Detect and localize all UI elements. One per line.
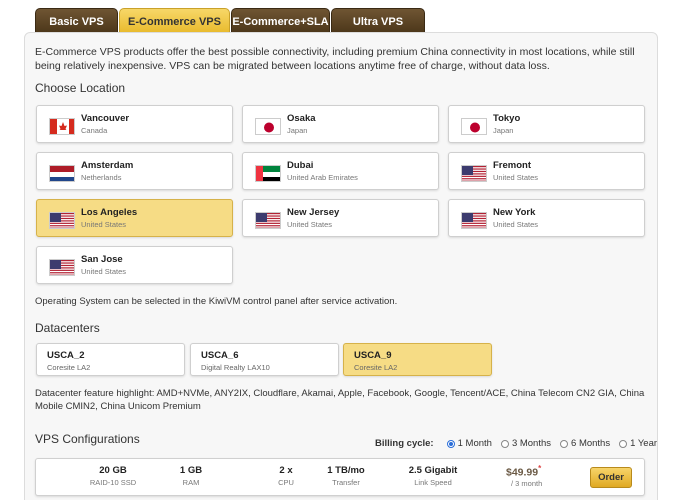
- spec-value: 2 x: [279, 465, 293, 476]
- plan-ram: 1 GB RAM: [161, 465, 221, 487]
- japan-flag-icon: [255, 118, 281, 135]
- datacenter-facility: Coresite LA2: [354, 363, 398, 372]
- billing-option-label: 3 Months: [511, 438, 552, 449]
- datacenter-usca-9[interactable]: USCA_9 Coresite LA2: [343, 343, 492, 376]
- us-flag-icon: [255, 212, 281, 229]
- location-name: Dubai: [287, 160, 314, 171]
- datacenter-usca-6[interactable]: USCA_6 Digital Realty LAX10: [190, 343, 339, 376]
- tab-ecommerce-sla[interactable]: E-Commerce+SLA: [231, 8, 330, 34]
- uae-flag-icon: [255, 165, 281, 182]
- product-tabs: Basic VPS E-Commerce VPS E-Commerce+SLA …: [35, 8, 426, 34]
- location-tokyo[interactable]: Tokyo Japan: [448, 105, 645, 143]
- us-flag-icon: [461, 212, 487, 229]
- datacenter-name: USCA_9: [354, 350, 392, 361]
- datacenter-note: Datacenter feature highlight: AMD+NVMe, …: [35, 388, 645, 412]
- datacenter-facility: Digital Realty LAX10: [201, 363, 270, 372]
- datacenter-usca-2[interactable]: USCA_2 Coresite LA2: [36, 343, 185, 376]
- location-country: United States: [81, 220, 127, 229]
- spec-label: CPU: [278, 478, 294, 487]
- location-name: New Jersey: [287, 207, 340, 218]
- spec-label: Transfer: [332, 478, 360, 487]
- radio-icon[interactable]: [619, 439, 628, 448]
- datacenter-name: USCA_2: [47, 350, 85, 361]
- location-dubai[interactable]: Dubai United Arab Emirates: [242, 152, 439, 190]
- spec-value: 2.5 Gigabit: [408, 465, 458, 476]
- billing-cycle: Billing cycle: 1 Month 3 Months 6 Months…: [375, 438, 657, 449]
- order-button[interactable]: Order: [590, 467, 632, 488]
- japan-flag-icon: [461, 118, 487, 135]
- location-country: United Arab Emirates: [287, 173, 358, 182]
- location-country: Canada: [81, 126, 108, 135]
- tab-ecommerce-vps[interactable]: E-Commerce VPS: [119, 8, 230, 34]
- location-name: Tokyo: [493, 113, 521, 124]
- location-country: Japan: [493, 126, 514, 135]
- location-name: Los Angeles: [81, 207, 138, 218]
- billing-label: Billing cycle:: [375, 438, 434, 449]
- radio-icon[interactable]: [560, 439, 569, 448]
- location-amsterdam[interactable]: Amsterdam Netherlands: [36, 152, 233, 190]
- billing-option-1-month[interactable]: 1 Month: [446, 438, 492, 449]
- location-country: United States: [493, 173, 539, 182]
- us-flag-icon: [49, 212, 75, 229]
- location-osaka[interactable]: Osaka Japan: [242, 105, 439, 143]
- spec-value: 1 TB/mo: [327, 465, 365, 476]
- os-note: Operating System can be selected in the …: [35, 296, 398, 307]
- spec-value: 1 GB: [179, 465, 203, 476]
- spec-label: Link Speed: [414, 478, 452, 487]
- us-flag-icon: [461, 165, 487, 182]
- price-value: $49.99: [506, 466, 539, 479]
- location-fremont[interactable]: Fremont United States: [448, 152, 645, 190]
- netherlands-flag-icon: [49, 165, 75, 182]
- tab-basic-vps[interactable]: Basic VPS: [35, 8, 118, 34]
- location-los-angeles[interactable]: Los Angeles United States: [36, 199, 233, 237]
- plan-row: 20 GB RAID-10 SSD 1 GB RAM 2 x CPU 1 TB/…: [35, 458, 645, 496]
- location-country: United States: [81, 267, 127, 276]
- datacenter-facility: Coresite LA2: [47, 363, 91, 372]
- location-name: Amsterdam: [81, 160, 134, 171]
- location-vancouver[interactable]: Vancouver Canada: [36, 105, 233, 143]
- location-country: United States: [493, 220, 539, 229]
- location-new-york[interactable]: New York United States: [448, 199, 645, 237]
- datacenter-name: USCA_6: [201, 350, 239, 361]
- location-new-jersey[interactable]: New Jersey United States: [242, 199, 439, 237]
- intro-text: E-Commerce VPS products offer the best p…: [35, 46, 635, 72]
- canada-flag-icon: [49, 118, 75, 135]
- location-country: Netherlands: [81, 173, 122, 182]
- billing-option-6-months[interactable]: 6 Months: [560, 438, 610, 449]
- datacenter-heading: Datacenters: [35, 321, 100, 335]
- location-country: United States: [287, 220, 333, 229]
- billing-option-3-months[interactable]: 3 Months: [500, 438, 552, 449]
- us-flag-icon: [49, 259, 75, 276]
- billing-option-label: 1 Month: [457, 438, 492, 449]
- plan-price: $49.99*: [506, 464, 541, 479]
- location-name: Fremont: [493, 160, 531, 171]
- config-heading: VPS Configurations: [35, 432, 140, 446]
- radio-selected-icon[interactable]: [446, 439, 455, 448]
- plan-period: / 3 month: [511, 479, 543, 488]
- billing-option-label: 6 Months: [571, 438, 611, 449]
- billing-option-1-year[interactable]: 1 Year: [619, 438, 657, 449]
- plan-cpu: 2 x CPU: [256, 465, 316, 487]
- spec-value: 20 GB: [99, 465, 127, 476]
- plan-transfer: 1 TB/mo Transfer: [316, 465, 376, 487]
- billing-option-label: 1 Year: [630, 438, 658, 449]
- plan-link-speed: 2.5 Gigabit Link Speed: [398, 465, 468, 487]
- price-footnote-mark: *: [538, 464, 542, 473]
- plan-storage: 20 GB RAID-10 SSD: [78, 465, 148, 487]
- radio-icon[interactable]: [500, 439, 509, 448]
- location-name: San Jose: [81, 254, 123, 265]
- location-name: Vancouver: [81, 113, 130, 124]
- location-name: Osaka: [287, 113, 316, 124]
- location-name: New York: [493, 207, 536, 218]
- location-country: Japan: [287, 126, 308, 135]
- spec-label: RAM: [182, 478, 200, 487]
- location-heading: Choose Location: [35, 81, 126, 95]
- tab-ultra-vps[interactable]: Ultra VPS: [331, 8, 425, 34]
- location-san-jose[interactable]: San Jose United States: [36, 246, 233, 284]
- spec-label: RAID-10 SSD: [89, 478, 137, 487]
